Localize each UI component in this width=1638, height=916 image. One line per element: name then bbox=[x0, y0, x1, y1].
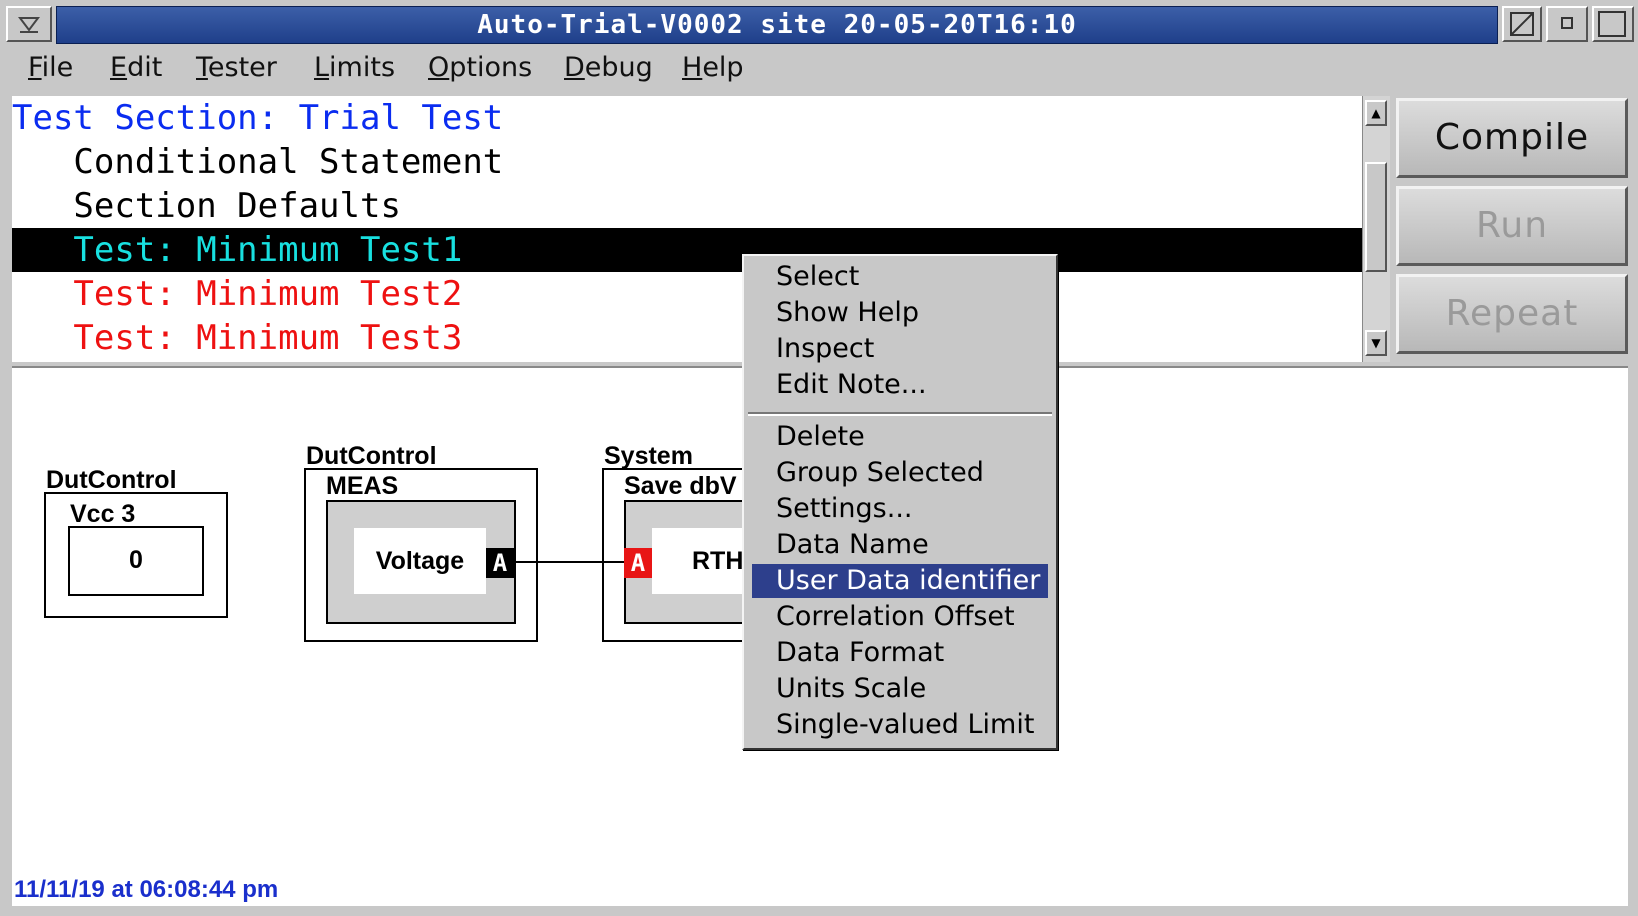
block2-name: MEAS bbox=[326, 472, 399, 500]
block1-value[interactable]: 0 bbox=[68, 526, 204, 596]
ctx-show-help[interactable]: Show Help bbox=[752, 296, 1048, 330]
block3-inner[interactable]: RTH bbox=[652, 528, 752, 594]
block2-port[interactable]: A bbox=[486, 548, 514, 578]
minimize-button[interactable] bbox=[1546, 6, 1588, 42]
ctx-single-valued-limit[interactable]: Single-valued Limit bbox=[752, 708, 1048, 742]
tree-scrollbar[interactable]: ▲ ▼ bbox=[1362, 96, 1390, 362]
ctx-data-name[interactable]: Data Name bbox=[752, 528, 1048, 562]
block3-name: Save dbV bbox=[624, 472, 737, 500]
menu-tester[interactable]: Tester bbox=[196, 52, 277, 83]
scroll-down-arrow-icon[interactable]: ▼ bbox=[1365, 330, 1387, 356]
maximize-button[interactable] bbox=[1592, 6, 1634, 42]
menu-help[interactable]: Help bbox=[682, 52, 744, 83]
block2-inner[interactable]: Voltage bbox=[354, 528, 486, 594]
tree-item-test1[interactable]: Test: Minimum Test1 bbox=[12, 228, 1362, 272]
ctx-units-scale[interactable]: Units Scale bbox=[752, 672, 1048, 706]
ctx-edit-note[interactable]: Edit Note... bbox=[752, 368, 1048, 402]
block3-port[interactable]: A bbox=[624, 548, 652, 578]
test-tree: Test Section: Trial Test Conditional Sta… bbox=[12, 96, 1362, 362]
maximize-icon bbox=[1598, 11, 1626, 37]
ctx-inspect[interactable]: Inspect bbox=[752, 332, 1048, 366]
menu-limits[interactable]: Limits bbox=[314, 52, 395, 83]
ctx-data-format[interactable]: Data Format bbox=[752, 636, 1048, 670]
context-menu-separator bbox=[748, 412, 1052, 416]
ctx-delete[interactable]: Delete bbox=[752, 420, 1048, 454]
scroll-up-arrow-icon[interactable]: ▲ bbox=[1365, 100, 1387, 126]
resize-icon bbox=[1510, 12, 1534, 36]
menu-edit[interactable]: Edit bbox=[110, 52, 162, 83]
compile-button[interactable]: Compile bbox=[1396, 98, 1628, 178]
chevron-down-icon bbox=[18, 17, 40, 33]
menu-options[interactable]: Options bbox=[428, 52, 532, 83]
ctx-group-selected[interactable]: Group Selected bbox=[752, 456, 1048, 490]
resize-button[interactable] bbox=[1502, 6, 1542, 42]
scrollbar-thumb[interactable] bbox=[1365, 162, 1387, 272]
window-title: Auto-Trial-V0002 site 20-05-20T16:10 bbox=[56, 6, 1498, 44]
connection-wire[interactable] bbox=[514, 561, 624, 563]
tree-item-section-defaults[interactable]: Section Defaults bbox=[12, 184, 1362, 228]
context-menu: Select Show Help Inspect Edit Note... De… bbox=[742, 254, 1058, 750]
tree-item-section[interactable]: Test Section: Trial Test bbox=[12, 96, 1362, 140]
repeat-button[interactable]: Repeat bbox=[1396, 274, 1628, 354]
run-button[interactable]: Run bbox=[1396, 186, 1628, 266]
ctx-user-data-identifier[interactable]: User Data identifier bbox=[752, 564, 1048, 598]
ctx-correlation-offset[interactable]: Correlation Offset bbox=[752, 600, 1048, 634]
tree-item-test3[interactable]: Test: Minimum Test3 bbox=[12, 316, 1362, 360]
minimize-icon bbox=[1561, 17, 1573, 29]
tree-item-test2[interactable]: Test: Minimum Test2 bbox=[12, 272, 1362, 316]
menu-bar: File Edit Tester Limits Options Debug He… bbox=[0, 50, 1638, 94]
menu-debug[interactable]: Debug bbox=[564, 52, 653, 83]
block1-name: Vcc 3 bbox=[70, 500, 136, 528]
ctx-settings[interactable]: Settings... bbox=[752, 492, 1048, 526]
status-timestamp: 11/11/19 at 06:08:44 pm bbox=[14, 876, 279, 903]
block2-category: DutControl bbox=[306, 442, 437, 470]
block3-category: System bbox=[604, 442, 693, 470]
menu-file[interactable]: File bbox=[28, 52, 73, 83]
ctx-select[interactable]: Select bbox=[752, 260, 1048, 294]
window-menu-button[interactable] bbox=[6, 6, 52, 42]
title-bar: Auto-Trial-V0002 site 20-05-20T16:10 bbox=[0, 0, 1638, 50]
tree-item-conditional[interactable]: Conditional Statement bbox=[12, 140, 1362, 184]
block1-category: DutControl bbox=[46, 466, 177, 494]
